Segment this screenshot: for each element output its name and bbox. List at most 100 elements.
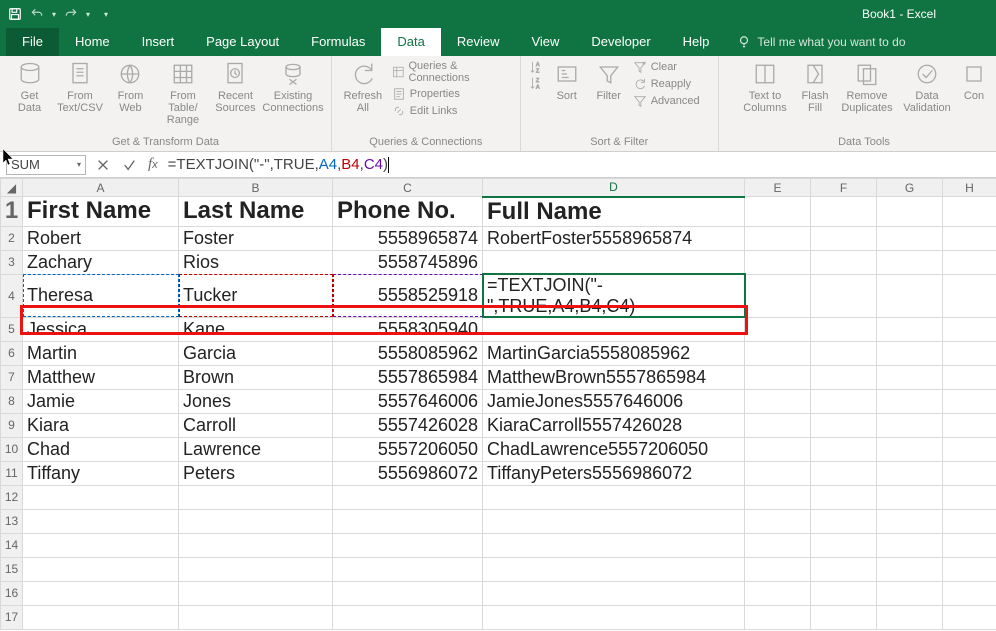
grid-cell[interactable]: Tucker — [179, 274, 333, 317]
grid-cell[interactable]: Theresa — [23, 274, 179, 317]
column-header-g[interactable]: G — [877, 179, 943, 197]
grid-cell[interactable]: KiaraCarroll5557426028 — [483, 413, 745, 437]
grid-cell[interactable]: 5556986072 — [333, 461, 483, 485]
advanced-filter-button[interactable]: Advanced — [633, 94, 700, 108]
grid-cell[interactable]: Last Name — [179, 197, 333, 227]
grid-cell[interactable]: Brown — [179, 365, 333, 389]
tab-developer[interactable]: Developer — [575, 28, 666, 56]
sort-button[interactable]: Sort — [549, 60, 585, 102]
row-header[interactable]: 3 — [1, 250, 23, 274]
tab-help[interactable]: Help — [667, 28, 726, 56]
column-header-h[interactable]: H — [943, 179, 996, 197]
row-header[interactable]: 1 — [1, 197, 23, 227]
row-header[interactable]: 17 — [1, 605, 23, 629]
grid-cell[interactable]: First Name — [23, 197, 179, 227]
grid-cell[interactable]: 5558745896 — [333, 250, 483, 274]
row-header[interactable]: 14 — [1, 533, 23, 557]
grid-cell[interactable]: 5558965874 — [333, 226, 483, 250]
tab-home[interactable]: Home — [59, 28, 126, 56]
row-header[interactable]: 7 — [1, 365, 23, 389]
select-all-triangle[interactable]: ◢ — [1, 179, 23, 197]
grid-cell[interactable]: Zachary — [23, 250, 179, 274]
column-header-e[interactable]: E — [745, 179, 811, 197]
grid-cell[interactable]: Peters — [179, 461, 333, 485]
column-header-f[interactable]: F — [811, 179, 877, 197]
save-icon[interactable] — [8, 7, 22, 21]
grid-cell[interactable] — [877, 197, 943, 227]
grid-cell[interactable]: 5557206050 — [333, 437, 483, 461]
grid-cell[interactable]: RobertFoster5558965874 — [483, 226, 745, 250]
grid-cell[interactable]: TiffanyPeters5556986072 — [483, 461, 745, 485]
grid-cell[interactable]: 5558085962 — [333, 341, 483, 365]
column-header-a[interactable]: A — [23, 179, 179, 197]
row-header[interactable]: 2 — [1, 226, 23, 250]
remove-duplicates-button[interactable]: Remove Duplicates — [840, 60, 894, 114]
grid-cell[interactable]: MatthewBrown5557865984 — [483, 365, 745, 389]
grid-cell[interactable]: 5557865984 — [333, 365, 483, 389]
column-header-d[interactable]: D — [483, 179, 745, 197]
grid-cell[interactable]: JamieJones5557646006 — [483, 389, 745, 413]
grid-cell[interactable] — [483, 317, 745, 341]
grid-cell[interactable]: Martin — [23, 341, 179, 365]
row-header[interactable]: 5 — [1, 317, 23, 341]
cancel-formula-icon[interactable] — [96, 158, 110, 172]
properties-button[interactable]: Properties — [392, 87, 512, 101]
tab-file[interactable]: File — [6, 28, 59, 56]
row-header[interactable]: 9 — [1, 413, 23, 437]
grid-cell[interactable]: Jamie — [23, 389, 179, 413]
qat-customize-icon[interactable]: ▾ — [104, 10, 108, 19]
refresh-all-button[interactable]: Refresh All — [340, 60, 386, 114]
grid-cell[interactable]: Tiffany — [23, 461, 179, 485]
grid-cell[interactable]: Kiara — [23, 413, 179, 437]
from-table-range-button[interactable]: From Table/ Range — [158, 60, 208, 126]
chevron-down-icon[interactable]: ▾ — [86, 10, 90, 19]
flash-fill-button[interactable]: Flash Fill — [796, 60, 834, 114]
row-header[interactable]: 13 — [1, 509, 23, 533]
grid-cell[interactable]: Foster — [179, 226, 333, 250]
data-validation-button[interactable]: Data Validation — [900, 60, 954, 114]
tab-view[interactable]: View — [515, 28, 575, 56]
grid-cell[interactable]: Jones — [179, 389, 333, 413]
row-header[interactable]: 10 — [1, 437, 23, 461]
undo-icon[interactable] — [30, 7, 44, 21]
row-header[interactable]: 15 — [1, 557, 23, 581]
existing-connections-button[interactable]: Existing Connections — [263, 60, 323, 114]
grid-cell[interactable]: Garcia — [179, 341, 333, 365]
grid-cell[interactable]: Full Name — [483, 197, 745, 227]
active-cell-editing[interactable]: =TEXTJOIN("-",TRUE,A4,B4,C4) — [483, 274, 745, 317]
grid-cell[interactable] — [483, 250, 745, 274]
text-to-columns-button[interactable]: Text to Columns — [740, 60, 790, 114]
row-header[interactable]: 6 — [1, 341, 23, 365]
enter-formula-icon[interactable] — [122, 158, 136, 172]
grid-cell[interactable]: ChadLawrence5557206050 — [483, 437, 745, 461]
queries-connections-button[interactable]: Queries & Connections — [392, 60, 512, 84]
tab-review[interactable]: Review — [441, 28, 516, 56]
column-header-b[interactable]: B — [179, 179, 333, 197]
row-header[interactable]: 8 — [1, 389, 23, 413]
grid-cell[interactable]: Robert — [23, 226, 179, 250]
grid-cell[interactable]: 5558525918 — [333, 274, 483, 317]
grid-cell[interactable] — [745, 197, 811, 227]
grid-cell[interactable] — [811, 197, 877, 227]
chevron-down-icon[interactable]: ▾ — [77, 160, 81, 169]
from-text-csv-button[interactable]: From Text/CSV — [57, 60, 103, 114]
sort-az-button[interactable]: AZ — [529, 60, 543, 74]
row-header[interactable]: 16 — [1, 581, 23, 605]
sort-za-button[interactable]: ZA — [529, 76, 543, 90]
tell-me-search[interactable]: Tell me what you want to do — [737, 28, 905, 56]
row-header[interactable]: 4 — [1, 274, 23, 317]
grid-cell[interactable]: Kane — [179, 317, 333, 341]
redo-icon[interactable] — [64, 7, 78, 21]
chevron-down-icon[interactable]: ▾ — [52, 10, 56, 19]
reapply-filter-button[interactable]: Reapply — [633, 77, 700, 91]
row-header[interactable]: 11 — [1, 461, 23, 485]
tab-data[interactable]: Data — [381, 28, 440, 56]
tab-insert[interactable]: Insert — [126, 28, 191, 56]
grid-cell[interactable]: Jessica — [23, 317, 179, 341]
grid-cell[interactable]: Lawrence — [179, 437, 333, 461]
grid-cell[interactable]: 5557646006 — [333, 389, 483, 413]
tab-formulas[interactable]: Formulas — [295, 28, 381, 56]
grid-cell[interactable]: MartinGarcia5558085962 — [483, 341, 745, 365]
grid-cell[interactable]: 5558305940 — [333, 317, 483, 341]
fx-icon[interactable]: fx — [148, 156, 158, 173]
